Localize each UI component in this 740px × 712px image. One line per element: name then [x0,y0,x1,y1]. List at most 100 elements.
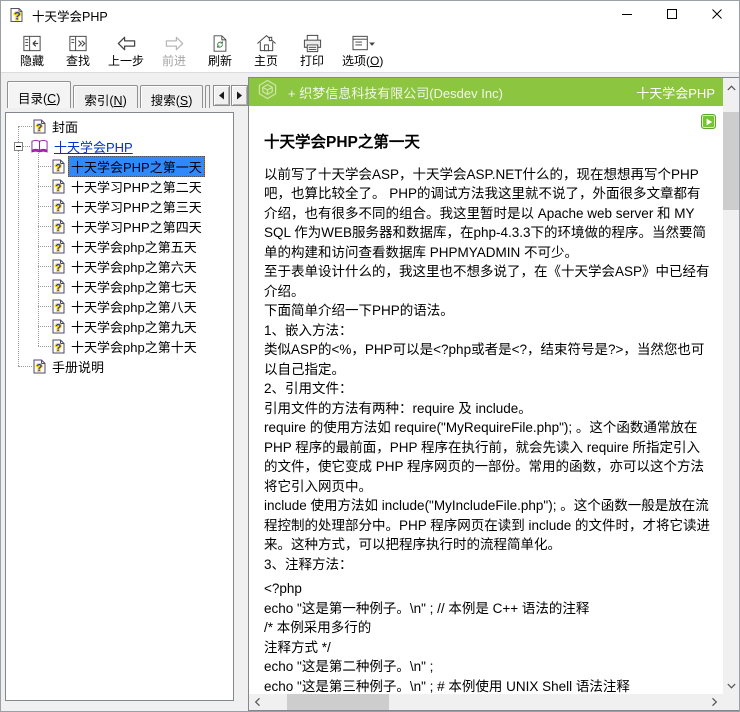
tree-item-label[interactable]: 手册说明 [49,356,107,377]
desdev-logo-icon [257,79,278,105]
tree-item-9[interactable]: ?十天学会php之第八天 [6,296,233,316]
chevron-up-icon [727,78,736,96]
tree-item-label[interactable]: 十天学会php之第五天 [68,236,200,257]
toolbar-forward-button: 前进 [151,30,197,68]
toolbar-refresh-button[interactable]: 刷新 [197,30,243,68]
tree-item-label[interactable]: 十天学习PHP之第三天 [68,196,205,217]
titlebar: ? 十天学会PHP [1,1,739,29]
tree-item-0[interactable]: ? 封面 [6,116,233,136]
tab-search[interactable]: 搜索(S) [140,85,204,108]
help-topic-icon: ? [52,279,65,294]
vertical-scroll-thumb[interactable] [723,112,739,210]
page-title: 十天学会PHP之第一天 [264,133,713,153]
tree-item-5[interactable]: ?十天学习PHP之第四天 [6,216,233,236]
content-blocks: 以前写了十天学会ASP，十天学会ASP.NET什么的，现在想想再写个PHP吧，也… [264,165,713,695]
toolbar-print-button[interactable]: 打印 [289,30,335,68]
close-button[interactable] [694,1,739,29]
svg-text:?: ? [36,123,42,134]
contents-tree: ?封面十天学会PHP?十天学会PHP之第一天?十天学习PHP之第二天?十天学习P… [5,112,234,701]
tree-item-3[interactable]: ?十天学习PHP之第二天 [6,176,233,196]
tree-item-label[interactable]: 十天学会PHP [51,136,136,157]
help-topic-icon: ? [52,219,65,234]
toolbar-hide-label: 隐藏 [20,54,44,68]
tree-item-2[interactable]: ?十天学会PHP之第一天 [6,156,233,176]
tree-item-label[interactable]: 十天学会php之第七天 [68,276,200,297]
tree-connector [18,126,32,127]
toolbar: 隐藏 查找 上一步前进刷新主页打印选项(O) [1,29,739,73]
tree-item-label[interactable]: 十天学习PHP之第二天 [68,176,205,197]
tree-item-label[interactable]: 十天学习PHP之第四天 [68,216,205,237]
maximize-button[interactable] [649,1,694,29]
chevron-down-icon [727,683,736,689]
hide-panel-icon [21,31,43,54]
tree-item-label[interactable]: 十天学会php之第九天 [68,316,200,337]
collapse-minus-icon[interactable] [14,142,23,151]
find-panel-icon [67,31,89,54]
svg-text:?: ? [55,243,61,254]
svg-text:?: ? [36,363,42,374]
scroll-left-button[interactable] [249,694,266,710]
tree-connector [38,306,51,307]
tree-connector [38,226,51,227]
scroll-right-button[interactable] [706,694,723,710]
tree-connector [38,286,51,287]
tree-connector [38,206,51,207]
help-topic-icon: ? [52,339,65,354]
toolbar-options-button[interactable]: 选项(O) [335,30,390,68]
tree-item-label[interactable]: 封面 [49,116,81,137]
tree-item-11[interactable]: ? 十天学会php之第十天 [6,336,233,356]
svg-text:?: ? [55,343,61,354]
tree-item-label[interactable]: 十天学会php之第八天 [68,296,200,317]
topic-page: + 织梦信息科技有限公司(Desdev Inc) 十天学会PHP 十天学会PHP… [249,78,723,694]
tab-contents[interactable]: 目录(C) [7,81,71,108]
toolbar-find-label: 查找 [66,54,90,68]
tree-item-label[interactable]: 十天学会php之第十天 [68,336,200,357]
svg-text:?: ? [55,283,61,294]
company-link[interactable]: + 织梦信息科技有限公司(Desdev Inc) [288,83,503,102]
tree-connector [18,366,32,367]
toolbar-home-button[interactable]: 主页 [243,30,289,68]
toolbar-hide-button[interactable]: 隐藏 [9,30,55,68]
chevron-right-icon [712,698,718,707]
tree-item-8[interactable]: ? 十天学会php之第七天 [6,276,233,296]
tree-item-6[interactable]: ? 十天学会php之第五天 [6,236,233,256]
toolbar-home-label: 主页 [254,54,278,68]
toolbar-find-button[interactable]: 查找 [55,30,101,68]
tree-connector [23,146,30,147]
tree-item-1[interactable]: 十天学会PHP [6,136,233,156]
minimize-button[interactable] [604,1,649,29]
triangle-left-icon [218,87,225,105]
toolbar-back-button[interactable]: 上一步 [101,30,151,68]
tree-item-12[interactable]: ? 手册说明 [6,356,233,376]
scroll-down-button[interactable] [723,677,739,694]
scrollbar-corner [723,694,739,710]
vertical-scrollbar[interactable] [723,78,739,694]
tree-item-7[interactable]: ?十天学会php之第六天 [6,256,233,276]
scroll-up-button[interactable] [723,78,739,95]
printer-icon [301,31,324,54]
content-paragraph-1: <?php echo "这是第一种例子。\n" ; // 本例是 C++ 语法的… [264,579,713,694]
tree-item-label[interactable]: 十天学会PHP之第一天 [68,156,205,177]
help-topic-icon: ? [52,259,65,274]
tab-clipped[interactable] [205,85,209,108]
tree-item-4[interactable]: ?十天学习PHP之第三天 [6,196,233,216]
topic-panel: + 织梦信息科技有限公司(Desdev Inc) 十天学会PHP 十天学会PHP… [248,77,739,711]
tab-scroll-left-button[interactable] [213,85,230,106]
horizontal-scroll-thumb[interactable] [287,694,389,710]
help-topic-icon: ? [52,179,65,194]
home-icon [255,31,278,54]
tab-index[interactable]: 索引(N) [73,85,137,108]
page-header: + 织梦信息科技有限公司(Desdev Inc) 十天学会PHP [249,78,723,106]
toolbar-options-label: 选项(O) [342,54,383,68]
tree-item-label[interactable]: 十天学会php之第六天 [68,256,200,277]
horizontal-scrollbar[interactable] [249,694,723,710]
tab-scroll-right-button[interactable] [231,85,248,106]
book-title-label: 十天学会PHP [636,83,715,102]
refresh-page-icon [210,31,230,54]
tree-connector [38,326,51,327]
help-topic-icon: ? [52,159,65,174]
play-next-icon[interactable] [701,114,716,129]
tree-item-10[interactable]: ?十天学会php之第九天 [6,316,233,336]
toolbar-back-label: 上一步 [108,54,144,68]
main-area: 目录(C)索引(N)搜索(S) ?封面十天学会PHP?十天学会PHP之第一天?十… [1,73,739,711]
